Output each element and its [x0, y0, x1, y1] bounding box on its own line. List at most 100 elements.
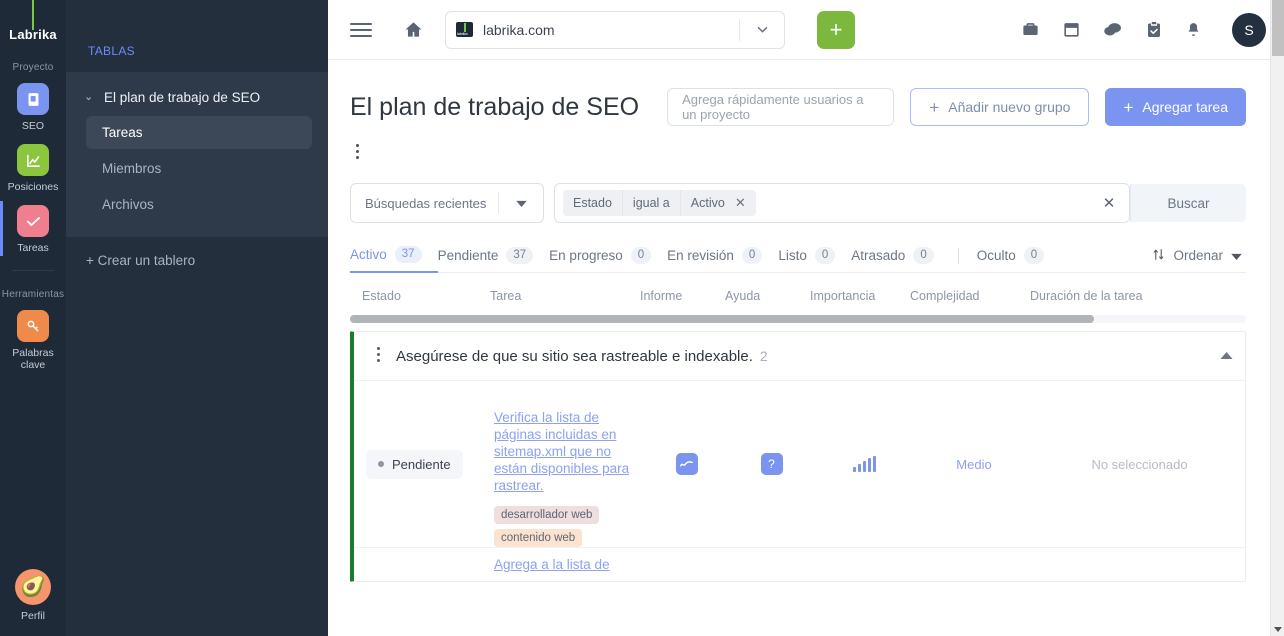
column-header-complejidad: Complejidad	[910, 289, 980, 303]
filter-input[interactable]: Estado igual a Activo ✕ ✕	[554, 183, 1130, 223]
sort-label: Ordenar	[1173, 248, 1223, 263]
kebab-dot	[376, 359, 380, 362]
help-question-icon[interactable]: ?	[760, 453, 783, 475]
chat-icon[interactable]	[1103, 20, 1123, 39]
filter-chip-operator: igual a	[621, 190, 680, 216]
task-link[interactable]: Verifica la lista de páginas incluidas e…	[494, 409, 644, 494]
sort-icon	[1152, 248, 1165, 264]
home-icon[interactable]	[404, 20, 423, 39]
page-scrollbar[interactable]	[1270, 0, 1284, 636]
plus-icon: +	[929, 97, 940, 117]
task-tag[interactable]: contenido web	[494, 529, 583, 547]
sort-control[interactable]: Ordenar	[1152, 248, 1246, 264]
task-group: Asegúrese de que su sitio sea rastreable…	[350, 331, 1246, 582]
rail-item-tareas[interactable]: Tareas	[0, 201, 66, 256]
rail-item-posiciones[interactable]: Posiciones	[0, 140, 66, 195]
key-keywords-icon	[17, 310, 49, 342]
task-link[interactable]: Agrega a la lista de	[494, 556, 610, 573]
column-header-informe: Informe	[640, 289, 683, 303]
tab-count: 0	[1023, 247, 1045, 264]
importance-bars-icon[interactable]	[852, 456, 876, 472]
filter-chip[interactable]: Estado igual a Activo ✕	[563, 190, 756, 216]
table-row[interactable]: Agrega a la lista de	[354, 547, 1245, 581]
kebab-dot	[356, 156, 359, 159]
add-task-label: Agregar tarea	[1142, 99, 1228, 115]
clear-filters-icon[interactable]: ✕	[1089, 194, 1129, 212]
app-rail: Labrika Proyecto SEO Posiciones Tareas H…	[0, 0, 66, 636]
sidebar-item-label: Miembros	[102, 161, 162, 176]
add-group-label: Añadir nuevo grupo	[948, 99, 1071, 115]
sidebar-item-archivos[interactable]: Archivos	[86, 188, 312, 221]
sidebar-board-toggle[interactable]: ⌄ El plan de trabajo de SEO	[66, 82, 328, 113]
add-new-button[interactable]: +	[817, 10, 855, 49]
group-more-options-icon[interactable]	[370, 347, 386, 365]
tab-atrasado[interactable]: Atrasado 0	[851, 239, 949, 273]
task-tags: desarrollador web contenido web	[494, 501, 644, 547]
task-group-title: Asegúrese de que su sitio sea rastreable…	[396, 347, 753, 365]
horizontal-scrollbar[interactable]	[350, 315, 1246, 323]
create-board-button[interactable]: + Crear un tablero	[66, 237, 328, 268]
cell-importancia	[814, 381, 914, 547]
quick-add-users-input[interactable]: Agrega rápidamente usuarios a un proyect…	[667, 88, 895, 126]
tab-listo[interactable]: Listo 0	[778, 239, 851, 273]
table-row[interactable]: Pendiente Verifica la lista de páginas i…	[354, 380, 1245, 547]
search-button[interactable]: Buscar	[1130, 184, 1246, 222]
content-area: El plan de trabajo de SEO Agrega rápidam…	[328, 60, 1284, 582]
sidebar-item-miembros[interactable]: Miembros	[86, 152, 312, 185]
clipboard-check-icon[interactable]	[1145, 20, 1163, 39]
tab-label: En revisión	[667, 248, 734, 263]
scroll-down-arrow-icon[interactable]	[1274, 627, 1282, 632]
more-options-icon[interactable]	[350, 126, 370, 159]
hamburger-menu-icon[interactable]	[350, 22, 372, 38]
add-task-button[interactable]: + Agregar tarea	[1105, 88, 1246, 126]
page-header-row: El plan de trabajo de SEO Agrega rápidam…	[350, 60, 1246, 126]
cell-ayuda: ?	[729, 381, 814, 547]
task-tag[interactable]: desarrollador web	[494, 506, 600, 524]
tab-label: Activo	[350, 247, 387, 262]
tab-oculto[interactable]: Oculto 0	[977, 239, 1060, 273]
complejidad-value[interactable]: Medio	[956, 457, 991, 472]
tab-en-progreso[interactable]: En progreso 0	[549, 239, 667, 273]
kebab-dot	[376, 353, 380, 356]
sidebar-item-tareas[interactable]: Tareas	[86, 116, 312, 149]
recent-searches-label: Búsquedas recientes	[365, 195, 487, 211]
sidebar-item-label: Tareas	[102, 125, 143, 140]
check-tasks-icon	[17, 205, 49, 237]
tab-label: Pendiente	[437, 248, 499, 263]
user-avatar[interactable]: S	[1232, 12, 1266, 47]
brand-logo[interactable]: Labrika	[0, 0, 66, 44]
status-badge[interactable]: Pendiente	[366, 449, 463, 479]
status-label: Pendiente	[392, 456, 451, 472]
tab-count: 37	[506, 247, 534, 264]
recent-searches-select[interactable]: Búsquedas recientes	[350, 183, 544, 223]
chevron-up-icon[interactable]	[1220, 347, 1233, 365]
rail-item-palabras-clave[interactable]: Palabras clave	[0, 306, 66, 373]
cell-estado[interactable]: Pendiente	[354, 381, 494, 547]
tab-activo[interactable]: Activo 37	[350, 239, 438, 273]
cell-informe	[644, 381, 729, 547]
column-header-ayuda: Ayuda	[725, 289, 761, 303]
briefcase-icon[interactable]	[1021, 20, 1040, 39]
task-group-header[interactable]: Asegúrese de que su sitio sea rastreable…	[354, 332, 1245, 380]
chevron-down-icon[interactable]	[499, 200, 543, 207]
close-icon[interactable]: ✕	[735, 195, 756, 211]
rail-profile[interactable]: 🥑 Perfil	[0, 569, 66, 622]
report-chart-icon[interactable]	[675, 453, 698, 475]
url-bar[interactable]: labrika labrika.com	[445, 10, 785, 49]
sidebar-board-label: El plan de trabajo de SEO	[104, 90, 261, 105]
tab-en-revision[interactable]: En revisión 0	[667, 239, 778, 273]
site-favicon-icon: labrika	[456, 22, 473, 37]
filter-chip-field: Estado	[573, 196, 612, 210]
scrollbar-thumb[interactable]	[350, 315, 1094, 323]
add-group-button[interactable]: + Añadir nuevo grupo	[910, 88, 1090, 126]
duracion-value[interactable]: No seleccionado	[1091, 457, 1187, 472]
tab-label: Atrasado	[851, 248, 906, 263]
sidebar: TABLAS ⌄ El plan de trabajo de SEO Tarea…	[66, 0, 328, 636]
rail-item-seo[interactable]: SEO	[0, 79, 66, 134]
scrollbar-thumb[interactable]	[1272, 0, 1284, 56]
calendar-icon[interactable]	[1062, 20, 1081, 39]
chevron-down-icon[interactable]	[740, 26, 784, 33]
tab-count: 0	[630, 247, 652, 264]
tab-pendiente[interactable]: Pendiente 37	[438, 239, 550, 273]
bell-icon[interactable]	[1185, 20, 1202, 39]
